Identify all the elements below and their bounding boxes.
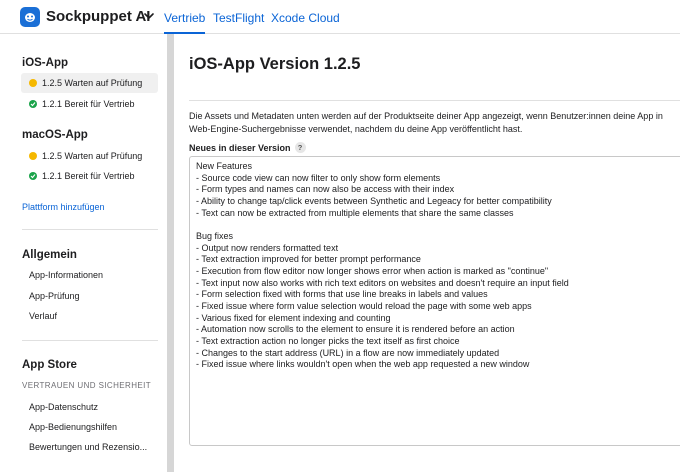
chevron-down-icon[interactable]: [142, 9, 156, 23]
description-text: Die Assets und Metadaten unten werden au…: [189, 110, 680, 135]
tab-testflight[interactable]: TestFlight: [213, 11, 264, 25]
section-title-macos: macOS-App: [22, 129, 88, 141]
description-line: Web-Engine-Suchergebnisse verwendet, nac…: [189, 123, 523, 134]
tab-xcode-cloud[interactable]: Xcode Cloud: [271, 11, 340, 25]
sidebar-item-privacy[interactable]: App-Datenschutz: [29, 402, 98, 412]
app-icon: [20, 7, 40, 27]
sidebar-item-history[interactable]: Verlauf: [29, 311, 57, 321]
check-circle-icon: [29, 172, 37, 180]
section-title-allgemein: Allgemein: [22, 249, 77, 261]
description-line: Die Assets und Metadaten unten werden au…: [189, 111, 663, 121]
sidebar-item-ios-125[interactable]: 1.2.5 Warten auf Prüfung: [21, 73, 158, 93]
section-title-ios: iOS-App: [22, 57, 68, 69]
sidebar-item-app-review[interactable]: App-Prüfung: [29, 291, 80, 301]
add-platform-link[interactable]: Plattform hinzufügen: [22, 202, 105, 212]
pending-status-icon: [29, 79, 37, 87]
sidebar-divider: [22, 340, 158, 341]
top-header: Sockpuppet AI Vertrieb TestFlight Xcode …: [0, 0, 680, 34]
sidebar-item-label: 1.2.5 Warten auf Prüfung: [42, 151, 143, 161]
sidebar-item-label: 1.2.1 Bereit für Vertrieb: [42, 171, 135, 181]
tab-vertrieb[interactable]: Vertrieb: [164, 11, 206, 34]
help-icon[interactable]: ?: [294, 142, 306, 153]
sidebar-item-ios-121[interactable]: 1.2.1 Bereit für Vertrieb: [21, 94, 158, 114]
whats-new-label-text: Neues in dieser Version: [189, 142, 291, 153]
sidebar-divider: [22, 229, 158, 230]
pending-status-icon: [29, 152, 37, 160]
section-title-app-store: App Store: [22, 359, 77, 371]
sidebar-item-app-info[interactable]: App-Informationen: [29, 270, 103, 280]
check-circle-icon: [29, 100, 37, 108]
sidebar-item-accessibility[interactable]: App-Bedienungshilfen: [29, 422, 117, 432]
sockpuppet-logo-icon: [25, 13, 35, 22]
page-title: iOS-App Version 1.2.5: [189, 55, 361, 73]
sidebar-item-label: 1.2.5 Warten auf Prüfung: [42, 78, 143, 88]
section-subtitle-trust: VERTRAUEN UND SICHERHEIT: [22, 381, 152, 390]
sidebar-item-macos-125[interactable]: 1.2.5 Warten auf Prüfung: [21, 146, 158, 166]
app-switcher-title[interactable]: Sockpuppet AI: [46, 8, 150, 25]
section-divider: [189, 100, 680, 101]
sidebar-scrollbar[interactable]: [167, 34, 174, 472]
whats-new-textarea[interactable]: New Features - Source code view can now …: [189, 156, 680, 446]
whats-new-label: Neues in dieser Version ?: [189, 142, 306, 153]
sidebar-item-ratings[interactable]: Bewertungen und Rezensio...: [29, 442, 147, 452]
sidebar-item-label: 1.2.1 Bereit für Vertrieb: [42, 99, 135, 109]
sidebar-item-macos-121[interactable]: 1.2.1 Bereit für Vertrieb: [21, 166, 158, 186]
